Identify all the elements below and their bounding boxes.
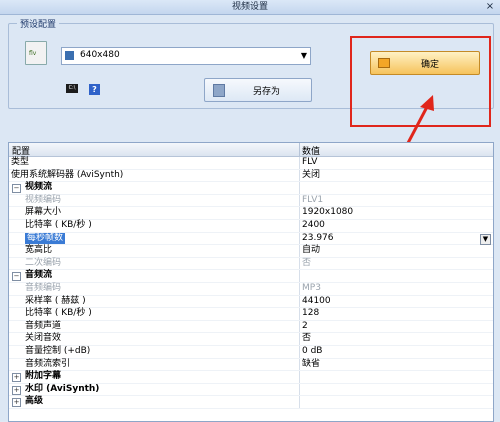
- grid-row[interactable]: 宽高比 自动: [9, 245, 493, 258]
- grid-row-value[interactable]: 2400: [302, 220, 325, 232]
- grid-group-row[interactable]: − 视频流: [9, 182, 493, 195]
- grid-row-name: 二次编码: [25, 257, 62, 268]
- grid-row-value[interactable]: 128: [302, 308, 319, 320]
- grid-row-value[interactable]: 自动: [302, 245, 320, 257]
- grid-row[interactable]: 音频流索引 缺省: [9, 358, 493, 372]
- expand-icon[interactable]: +: [12, 398, 21, 408]
- grid-row-name: 宽高比: [25, 245, 53, 256]
- grid-row-value[interactable]: 缺省: [302, 359, 320, 371]
- expand-icon[interactable]: +: [12, 385, 21, 395]
- grid-row-value[interactable]: 关闭: [302, 170, 320, 182]
- property-grid: 配置 数值 类型 FLV 使用系统解码器 (AviSynth) 关闭 − 视频流 视频编码 F…: [8, 142, 494, 422]
- grid-row-name: 使用系统解码器 (AviSynth): [11, 169, 124, 180]
- grid-row[interactable]: 音量控制 (+dB) 0 dB: [9, 345, 493, 359]
- grid-row-value[interactable]: FLV: [302, 157, 317, 169]
- grid-row[interactable]: 视频编码 FLV1: [9, 194, 493, 208]
- grid-row-name: 附加字幕: [25, 371, 62, 382]
- grid-group-row[interactable]: + 水印 (AviSynth): [9, 383, 493, 397]
- grid-row-name: 采样率 ( 赫兹 ): [25, 295, 86, 306]
- close-icon[interactable]: ×: [484, 1, 496, 12]
- grid-row-value[interactable]: MP3: [302, 283, 321, 295]
- grid-row[interactable]: 比特率 ( KB/秒 ) 2400: [9, 219, 493, 233]
- grid-row[interactable]: 每秒帧数 23.976 ▼: [9, 232, 493, 246]
- grid-group-row[interactable]: + 高级: [9, 396, 493, 409]
- grid-row[interactable]: 采样率 ( 赫兹 ) 44100: [9, 295, 493, 309]
- grid-row-name: 类型: [11, 157, 30, 167]
- grid-row[interactable]: 使用系统解码器 (AviSynth) 关闭: [9, 169, 493, 183]
- grid-row[interactable]: 二次编码 否: [9, 257, 493, 271]
- grid-row-value[interactable]: 0 dB: [302, 346, 322, 358]
- grid-row-name: 音量控制 (+dB): [25, 345, 91, 356]
- grid-header: 配置 数值: [9, 143, 493, 157]
- grid-row-name: 屏幕大小: [25, 207, 62, 218]
- grid-row-value[interactable]: 1920x1080: [302, 207, 353, 219]
- grid-row-name: 音频流: [25, 270, 53, 281]
- grid-row[interactable]: 屏幕大小 1920x1080: [9, 207, 493, 220]
- title-bar: 视频设置 ×: [0, 0, 500, 15]
- grid-row-value[interactable]: 否: [302, 258, 311, 270]
- grid-row-value[interactable]: 23.976: [302, 233, 334, 245]
- grid-row-name: 比特率 ( KB/秒 ): [25, 219, 92, 230]
- grid-row[interactable]: 音频编码 MP3: [9, 282, 493, 296]
- expand-icon[interactable]: +: [12, 373, 21, 383]
- grid-row[interactable]: 音频声道 2: [9, 320, 493, 334]
- grid-row[interactable]: 类型 FLV: [9, 157, 493, 170]
- grid-row-name: 水印 (AviSynth): [25, 383, 100, 394]
- grid-row-name: 关闭音效: [25, 333, 62, 344]
- grid-row-name: 音频编码: [25, 282, 62, 293]
- grid-group-row[interactable]: + 附加字幕: [9, 371, 493, 384]
- window-title: 视频设置: [231, 2, 268, 12]
- grid-row-value[interactable]: 2: [302, 321, 308, 333]
- grid-row-value[interactable]: 否: [302, 333, 311, 345]
- header-name: 配置: [12, 147, 31, 157]
- grid-row-name: 视频编码: [25, 194, 62, 205]
- window-body: 预设配置 640x480 ▼ C:\ ? 另存为 确定 配置 数值 类型FLV使…: [0, 15, 500, 422]
- collapse-icon[interactable]: −: [12, 184, 21, 194]
- grid-row-name: 每秒帧数: [25, 232, 66, 245]
- grid-row-value[interactable]: FLV1: [302, 195, 323, 207]
- grid-row-name: 音频流索引: [25, 358, 71, 369]
- header-value: 数值: [302, 147, 321, 157]
- chevron-down-icon[interactable]: ▼: [480, 233, 491, 245]
- grid-row-name: 音频声道: [25, 320, 62, 331]
- grid-row-name: 视频流: [25, 182, 53, 193]
- grid-group-row[interactable]: − 音频流: [9, 270, 493, 283]
- collapse-icon[interactable]: −: [12, 272, 21, 282]
- grid-row[interactable]: 关闭音效 否: [9, 333, 493, 346]
- grid-row-value[interactable]: 44100: [302, 296, 331, 308]
- grid-row-name: 高级: [25, 396, 44, 407]
- grid-row-name: 比特率 ( KB/秒 ): [25, 308, 92, 319]
- grid-row[interactable]: 比特率 ( KB/秒 ) 128: [9, 308, 493, 321]
- grid-rows: 类型 FLV 使用系统解码器 (AviSynth) 关闭 − 视频流 视频编码 FLV1 屏幕大…: [9, 157, 493, 409]
